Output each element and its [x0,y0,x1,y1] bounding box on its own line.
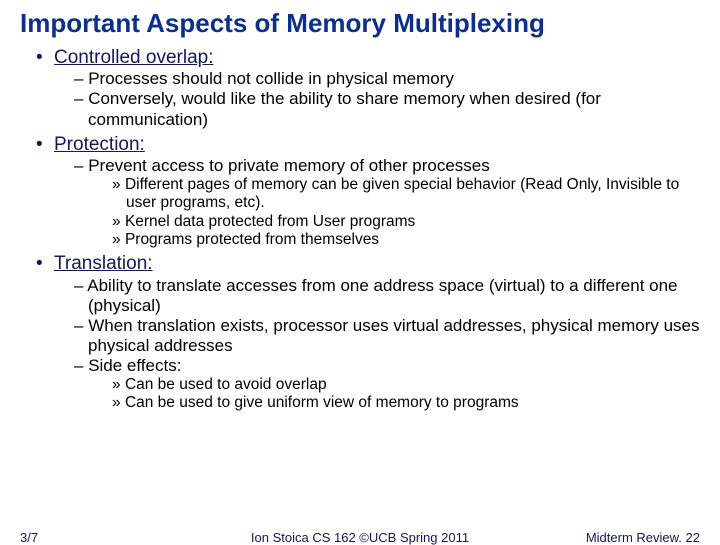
sub-item: » Programs protected from themselves [50,231,704,249]
dash-item: – Processes should not collide in physic… [50,69,704,89]
sub-item: » Different pages of memory can be given… [50,176,704,213]
bullet-label: Translation: [54,253,153,274]
slide-title: Important Aspects of Memory Multiplexing [0,0,720,43]
dash-item: – Conversely, would like the ability to … [50,89,704,129]
text: Kernel data protected from User programs [125,213,415,230]
text: Prevent access to private memory of othe… [88,156,490,175]
text: Side effects: [88,356,181,375]
dash-item: – Side effects: [50,356,704,376]
bullet-translation: •Translation: [36,253,704,275]
dash-item: – When translation exists, processor use… [50,316,704,356]
bullet-label: Controlled overlap: [54,47,213,68]
slide-content: •Controlled overlap: – Processes should … [0,47,720,412]
text: When translation exists, processor uses … [88,316,700,355]
dash-item: – Prevent access to private memory of ot… [50,156,704,176]
bullet-protection: •Protection: [36,134,704,156]
text: Can be used to give uniform view of memo… [125,394,519,411]
text: Programs protected from themselves [125,231,379,248]
sub-item: » Can be used to avoid overlap [50,376,704,394]
dash-item: – Ability to translate accesses from one… [50,276,704,316]
text: Can be used to avoid overlap [125,376,327,393]
sub-item: » Kernel data protected from User progra… [50,213,704,231]
bullet-label: Protection: [54,134,145,155]
footer-page: Midterm Review. 22 [586,530,700,545]
bullet-controlled-overlap: •Controlled overlap: [36,47,704,69]
text: Different pages of memory can be given s… [125,176,679,211]
sub-item: » Can be used to give uniform view of me… [50,394,704,412]
text: Ability to translate accesses from one a… [87,276,677,315]
text: Conversely, would like the ability to sh… [88,89,601,128]
text: Processes should not collide in physical… [88,69,454,88]
